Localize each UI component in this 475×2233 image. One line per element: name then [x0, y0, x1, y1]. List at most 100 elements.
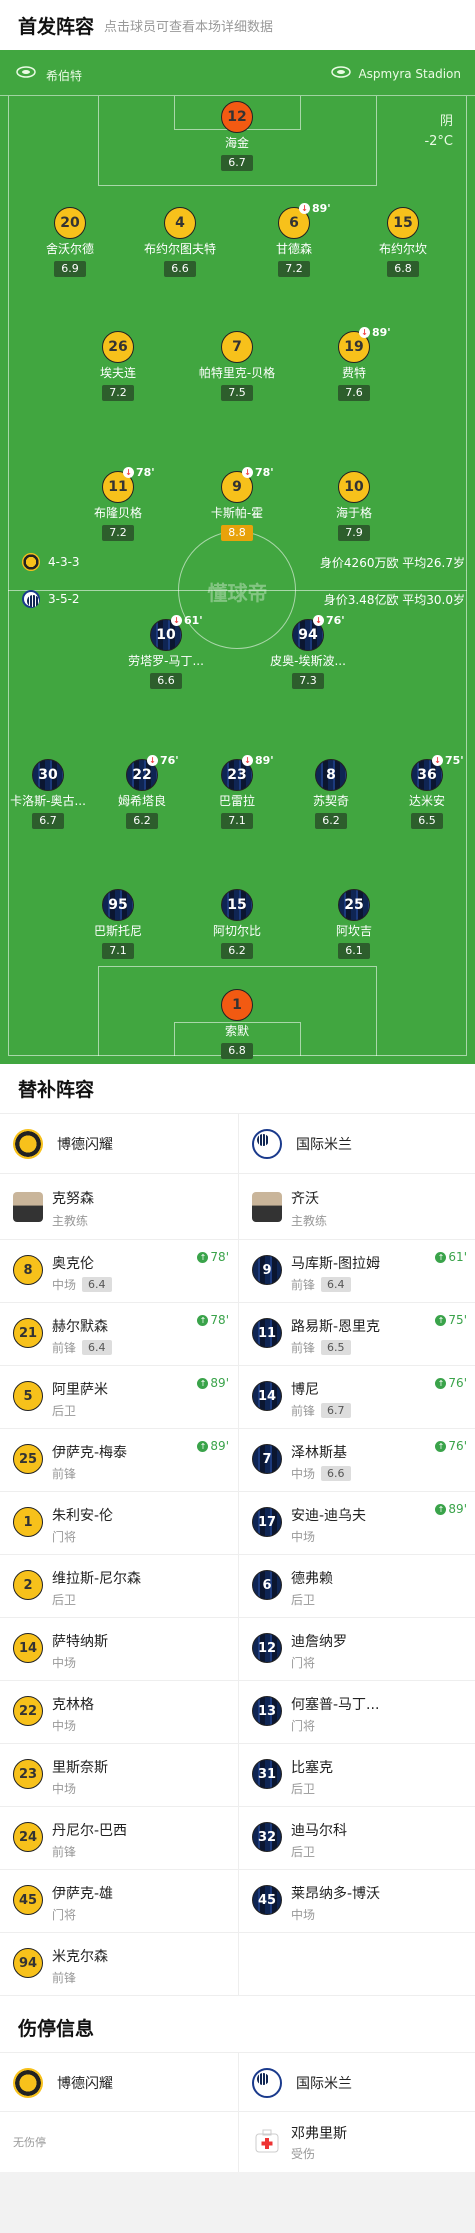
- sub-row: 2 维拉斯-尼尔森 后卫 6 德弗赖 后卫: [0, 1555, 475, 1618]
- sub-name: 莱昂纳多-博沃: [291, 1886, 381, 1902]
- away-sub[interactable]: 9 马库斯-图拉姆 前锋 6.4 ↑ 61': [238, 1240, 475, 1303]
- away-player-9[interactable]: 25 阿坎吉 6.1: [304, 889, 404, 959]
- sub-position: 门将: [52, 1906, 76, 1923]
- away-team-cell[interactable]: 国际米兰: [238, 2053, 475, 2113]
- sub-number: 2: [13, 1570, 43, 1600]
- away-sub[interactable]: 45 莱昂纳多-博沃 中场: [238, 1870, 475, 1933]
- sub-in-minute: 61': [448, 1250, 467, 1264]
- home-player-1[interactable]: 20 舍沃尔德 6.9: [20, 207, 120, 277]
- position-label: 中场: [52, 1656, 77, 1670]
- away-sub[interactable]: 13 何塞普-马丁... 门将: [238, 1681, 475, 1744]
- away-sub[interactable]: 17 安迪-迪乌夫 中场 ↑ 89': [238, 1492, 475, 1555]
- away-sub[interactable]: 12 迪詹纳罗 门将: [238, 1618, 475, 1681]
- home-sub[interactable]: 21 赫尔默森 前锋 6.4 ↑ 78': [0, 1303, 237, 1366]
- sub-position: 前锋 6.4: [291, 1276, 351, 1293]
- substitution-off: ↓ 61': [171, 614, 203, 627]
- player-rating: 7.2: [278, 261, 310, 277]
- player-name: 海金: [224, 136, 249, 150]
- sub-on-time: ↑ 89': [435, 1502, 467, 1516]
- sub-number: 5: [13, 1381, 43, 1411]
- away-sub[interactable]: 7 泽林斯基 中场 6.6 ↑ 76': [238, 1429, 475, 1492]
- player-number: 20: [54, 207, 86, 239]
- stadium-icon: [16, 66, 36, 78]
- stadium-icon: [331, 66, 351, 78]
- medical-kit-icon: [255, 2129, 279, 2153]
- home-sub[interactable]: 45 伊萨克-雄 门将: [0, 1870, 237, 1933]
- away-player-4[interactable]: 23 ↓ 89' 巴雷拉 7.1: [187, 754, 287, 829]
- home-player-5[interactable]: 26 埃夫连 7.2: [68, 331, 168, 401]
- player-number: 1: [221, 989, 253, 1021]
- home-player-9[interactable]: 9 ↓ 78' 卡斯帕-霍 8.8: [187, 466, 287, 541]
- home-player-10[interactable]: 10 海于格 7.9: [304, 471, 404, 541]
- home-player-3[interactable]: 6 ↓ 89' 甘德森 7.2: [244, 202, 344, 277]
- away-player-6[interactable]: 36 ↓ 75' 达米安 6.5: [377, 754, 475, 829]
- sub-name: 安迪-迪乌夫: [291, 1508, 367, 1524]
- sub-on-time: ↑ 76': [435, 1376, 467, 1390]
- player-rating: 6.5: [411, 813, 443, 829]
- home-sub[interactable]: 1 朱利安-伦 门将: [0, 1492, 237, 1555]
- away-injury[interactable]: 邓弗里斯 受伤: [238, 2112, 475, 2172]
- player-rating: 6.6: [164, 261, 196, 277]
- position-label: 中场: [291, 1467, 316, 1481]
- weather-label: 阴: [439, 114, 453, 129]
- sub-name: 克林格: [52, 1697, 94, 1713]
- injuries-title: 伤停信息: [0, 2002, 475, 2052]
- home-player-7[interactable]: 19 ↓ 89' 费特 7.6: [304, 326, 404, 401]
- sub-number: 11: [252, 1318, 282, 1348]
- home-player-6[interactable]: 7 帕特里克-贝格 7.5: [187, 331, 287, 401]
- home-sub[interactable]: 22 克林格 中场: [0, 1681, 237, 1744]
- sub-minute: 75': [445, 754, 464, 767]
- away-player-0[interactable]: 10 ↓ 61' 劳塔罗-马丁... 6.6: [116, 614, 216, 689]
- sub-rating: 6.4: [82, 1340, 112, 1355]
- away-sub[interactable]: 6 德弗赖 后卫: [238, 1555, 475, 1618]
- player-rating: 7.9: [338, 525, 370, 541]
- home-coach[interactable]: 克努森 主教练: [0, 1174, 237, 1240]
- away-sub[interactable]: 32 迪马尔科 后卫: [238, 1807, 475, 1870]
- sub-minute: 89': [312, 202, 331, 215]
- home-team-cell[interactable]: 博德闪耀: [0, 1114, 237, 1174]
- away-player-1[interactable]: 94 ↓ 76' 皮奥-埃斯波... 7.3: [258, 614, 358, 689]
- home-sub[interactable]: 23 里斯奈斯 中场: [0, 1744, 237, 1807]
- home-player-0[interactable]: 12 海金 6.7: [187, 101, 287, 171]
- away-player-10[interactable]: 1 索默 6.8: [187, 989, 287, 1059]
- away-player-7[interactable]: 95 巴斯托尼 7.1: [68, 889, 168, 959]
- sub-out-icon: ↓: [147, 755, 158, 766]
- home-sub[interactable]: 8 奥克伦 中场 6.4 ↑ 78': [0, 1240, 237, 1303]
- sub-position: 中场: [52, 1717, 76, 1734]
- sub-out-icon: ↓: [359, 327, 370, 338]
- sub-on-time: ↑ 78': [197, 1250, 229, 1264]
- sub-out-icon: ↓: [242, 467, 253, 478]
- home-team-cell[interactable]: 博德闪耀: [0, 2053, 237, 2113]
- player-number: 7: [221, 331, 253, 363]
- home-player-4[interactable]: 15 布约尔坎 6.8: [353, 207, 453, 277]
- away-coach[interactable]: 齐沃 主教练: [238, 1174, 475, 1240]
- sub-position: 前锋: [52, 1843, 76, 1860]
- away-sub[interactable]: 31 比塞克 后卫: [238, 1744, 475, 1807]
- position-label: 中场: [52, 1782, 77, 1796]
- away-player-3[interactable]: 22 ↓ 76' 姆希塔良 6.2: [92, 754, 192, 829]
- home-player-8[interactable]: 11 ↓ 78' 布隆贝格 7.2: [68, 466, 168, 541]
- home-player-2[interactable]: 4 布约尔图夫特 6.6: [130, 207, 230, 277]
- home-sub[interactable]: 94 米克尔森 前锋: [0, 1933, 237, 1996]
- away-team-cell[interactable]: 国际米兰: [238, 1114, 475, 1174]
- player-name: 劳塔罗-马丁...: [128, 654, 204, 668]
- home-sub[interactable]: 2 维拉斯-尼尔森 后卫: [0, 1555, 237, 1618]
- home-sub[interactable]: 25 伊萨克-梅泰 前锋 ↑ 89': [0, 1429, 237, 1492]
- home-sub[interactable]: 24 丹尼尔-巴西 前锋: [0, 1807, 237, 1870]
- sub-name: 阿里萨米: [52, 1382, 108, 1398]
- away-sub[interactable]: 14 博尼 前锋 6.7 ↑ 76': [238, 1366, 475, 1429]
- sub-position: 后卫: [291, 1591, 315, 1608]
- away-sub[interactable]: 11 路易斯-恩里克 前锋 6.5 ↑ 75': [238, 1303, 475, 1366]
- sub-in-minute: 89': [210, 1439, 229, 1453]
- inter-logo: [22, 590, 40, 608]
- away-squad-value: 身价3.48亿欧 平均30.0岁: [323, 593, 465, 607]
- away-player-5[interactable]: 8 苏契奇 6.2: [281, 759, 381, 829]
- away-player-2[interactable]: 30 卡洛斯-奥古... 6.7: [0, 759, 98, 829]
- sub-number: 13: [252, 1696, 282, 1726]
- position-label: 前锋: [291, 1404, 316, 1418]
- away-player-8[interactable]: 15 阿切尔比 6.2: [187, 889, 287, 959]
- home-sub[interactable]: 5 阿里萨米 后卫 ↑ 89': [0, 1366, 237, 1429]
- home-sub[interactable]: 14 萨特纳斯 中场: [0, 1618, 237, 1681]
- sub-on-time: ↑ 61': [435, 1250, 467, 1264]
- sub-in-icon: ↑: [197, 1251, 209, 1263]
